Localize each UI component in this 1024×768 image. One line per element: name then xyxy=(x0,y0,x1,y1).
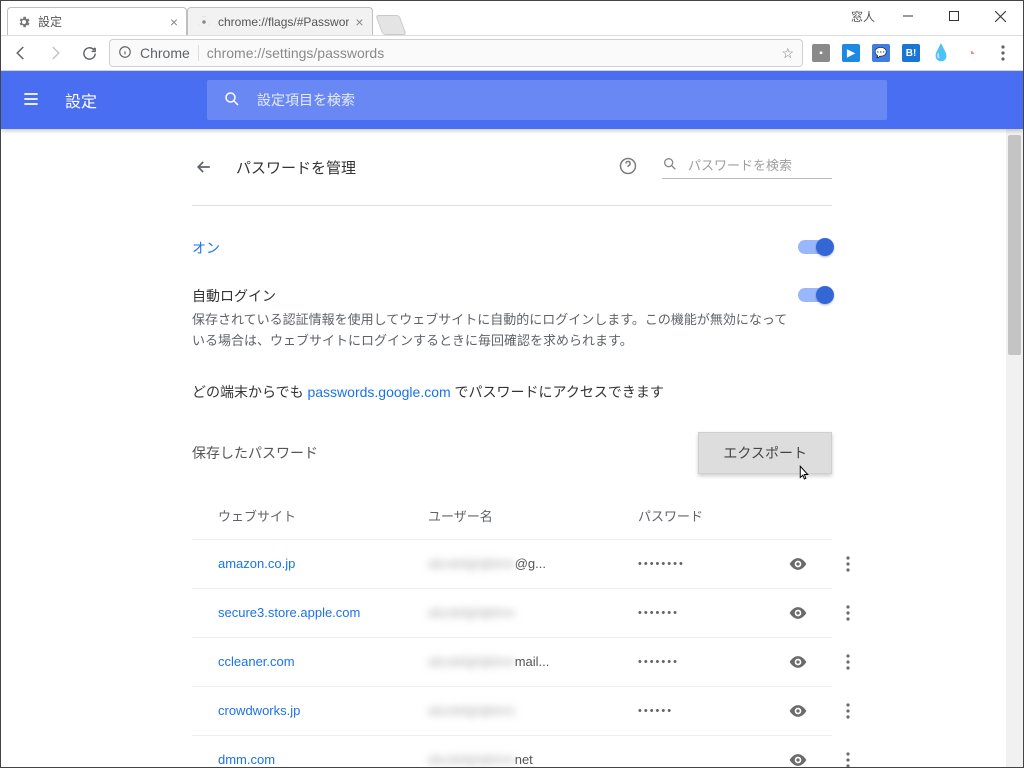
username-cell: abcdefghijklmnnet xyxy=(428,752,628,767)
back-arrow-icon[interactable] xyxy=(192,155,216,179)
back-button[interactable] xyxy=(7,39,35,67)
help-icon[interactable] xyxy=(618,156,638,179)
row-menu-button[interactable] xyxy=(828,654,868,670)
password-mask: •••••• xyxy=(638,705,768,717)
hint-prefix: どの端末からでも xyxy=(192,384,307,400)
tab-flags[interactable]: chrome://flags/#Passwor × xyxy=(187,7,373,35)
settings-title: 設定 xyxy=(65,88,97,112)
gear-icon xyxy=(16,14,32,30)
toggle-offer-save: オン xyxy=(192,224,832,272)
hazard-icon xyxy=(196,14,212,30)
password-mask: ••••••• xyxy=(638,607,768,619)
password-mask: ••••••• xyxy=(638,656,768,668)
google-passwords-hint: どの端末からでも passwords.google.com でパスワードにアクセ… xyxy=(192,366,832,432)
hint-suffix: でパスワードにアクセスできます xyxy=(451,384,664,400)
profile-name[interactable]: 窓人 xyxy=(841,8,885,25)
username-cell: abcdefghijklmn xyxy=(428,703,628,718)
extension-icon[interactable]: 💬 xyxy=(869,41,893,65)
settings-search[interactable] xyxy=(207,80,887,120)
table-row: secure3.store.apple.com abcdefghijklmn •••… xyxy=(192,588,832,637)
row-menu-button[interactable] xyxy=(828,703,868,719)
toggle-switch[interactable] xyxy=(798,288,832,302)
hamburger-icon[interactable] xyxy=(21,89,41,112)
export-button-label: エクスポート xyxy=(723,445,807,461)
table-header: ウェブサイト ユーザー名 パスワード xyxy=(192,492,832,539)
scrollbar-thumb[interactable] xyxy=(1008,135,1021,355)
show-password-button[interactable] xyxy=(778,701,818,721)
minimize-button[interactable] xyxy=(885,1,931,31)
address-bar: Chrome chrome://settings/passwords ☆ ▪ ▶… xyxy=(1,35,1023,71)
toggle-on-label: オン xyxy=(192,240,220,256)
show-password-button[interactable] xyxy=(778,652,818,672)
auto-login-desc: 保存されている認証情報を使用してウェブサイトに自動的にログインします。この機能が… xyxy=(192,310,798,352)
close-icon[interactable]: × xyxy=(355,15,363,29)
export-button[interactable]: エクスポート xyxy=(698,432,832,474)
window-controls: 窓人 xyxy=(841,1,1023,31)
col-site: ウェブサイト xyxy=(218,506,418,525)
extension-icon[interactable]: 💧 xyxy=(929,41,953,65)
show-password-button[interactable] xyxy=(778,750,818,767)
row-menu-button[interactable] xyxy=(828,752,868,767)
tab-settings[interactable]: 設定 × xyxy=(7,7,187,35)
settings-panel: パスワードを管理 オン 自動ログイン 保存されている認証情報を使用してウェブサイ… xyxy=(172,129,852,767)
omnibox[interactable]: Chrome chrome://settings/passwords ☆ xyxy=(109,39,803,67)
saved-passwords-label: 保存したパスワード xyxy=(192,443,318,463)
username-cell: abcdefghijklmn@g... xyxy=(428,556,628,571)
forward-button[interactable] xyxy=(41,39,69,67)
search-icon xyxy=(223,90,241,111)
tab-strip: 設定 × chrome://flags/#Passwor × xyxy=(1,1,841,35)
username-cell: abcdefghijklmnmail... xyxy=(428,654,628,669)
new-tab-button[interactable] xyxy=(375,15,406,35)
table-row: crowdworks.jp abcdefghijklmn •••••• xyxy=(192,686,832,735)
reload-button[interactable] xyxy=(75,39,103,67)
show-password-button[interactable] xyxy=(778,603,818,623)
search-icon xyxy=(662,156,678,175)
settings-search-input[interactable] xyxy=(255,91,871,109)
site-link[interactable]: amazon.co.jp xyxy=(218,556,418,571)
password-search[interactable] xyxy=(662,156,832,179)
close-icon[interactable]: × xyxy=(170,15,178,29)
titlebar: 設定 × chrome://flags/#Passwor × 窓人 xyxy=(1,1,1023,35)
saved-passwords-header: 保存したパスワード エクスポート xyxy=(192,432,832,474)
maximize-button[interactable] xyxy=(931,1,977,31)
page-title: パスワードを管理 xyxy=(236,157,598,178)
site-link[interactable]: ccleaner.com xyxy=(218,654,418,669)
chrome-menu-button[interactable] xyxy=(989,39,1017,67)
extension-icon[interactable]: ◔ xyxy=(959,41,983,65)
bookmark-star-icon[interactable]: ☆ xyxy=(781,45,794,62)
col-user: ユーザー名 xyxy=(428,506,628,525)
show-password-button[interactable] xyxy=(778,554,818,574)
username-cell: abcdefghijklmn xyxy=(428,605,628,620)
extension-icon[interactable]: B! xyxy=(899,41,923,65)
site-link[interactable]: secure3.store.apple.com xyxy=(218,605,418,620)
site-link[interactable]: crowdworks.jp xyxy=(218,703,418,718)
password-mask: •••••••• xyxy=(638,558,768,570)
tab-title: 設定 xyxy=(38,13,164,30)
toggle-auto-signin: 自動ログイン 保存されている認証情報を使用してウェブサイトに自動的にログインしま… xyxy=(192,272,832,366)
row-menu-button[interactable] xyxy=(828,605,868,621)
url-text: chrome://settings/passwords xyxy=(207,45,774,61)
password-search-input[interactable] xyxy=(686,157,866,174)
table-row: ccleaner.com abcdefghijklmnmail... ••••••• xyxy=(192,637,832,686)
close-window-button[interactable] xyxy=(977,1,1023,31)
table-row: amazon.co.jp abcdefghijklmn@g... •••••••• xyxy=(192,539,832,588)
subheader: パスワードを管理 xyxy=(192,155,832,179)
row-menu-button[interactable] xyxy=(828,556,868,572)
google-passwords-link[interactable]: passwords.google.com xyxy=(307,384,450,400)
extension-icon[interactable]: ▪ xyxy=(809,41,833,65)
extension-icon[interactable]: ▶ xyxy=(839,41,863,65)
tab-title: chrome://flags/#Passwor xyxy=(218,15,349,29)
site-link[interactable]: dmm.com xyxy=(218,752,418,767)
auto-login-title: 自動ログイン xyxy=(192,286,798,306)
chrome-origin-label: Chrome xyxy=(140,45,199,61)
table-row: dmm.com abcdefghijklmnnet xyxy=(192,735,832,767)
settings-header: 設定 xyxy=(1,71,1023,129)
toggle-switch[interactable] xyxy=(798,240,832,254)
content-area: パスワードを管理 オン 自動ログイン 保存されている認証情報を使用してウェブサイ… xyxy=(1,129,1023,767)
scrollbar[interactable] xyxy=(1006,129,1023,767)
col-pwd: パスワード xyxy=(638,506,768,525)
passwords-table: ウェブサイト ユーザー名 パスワード amazon.co.jp abcdefghi… xyxy=(192,492,832,767)
info-icon xyxy=(118,45,132,62)
cursor-icon xyxy=(795,463,813,486)
